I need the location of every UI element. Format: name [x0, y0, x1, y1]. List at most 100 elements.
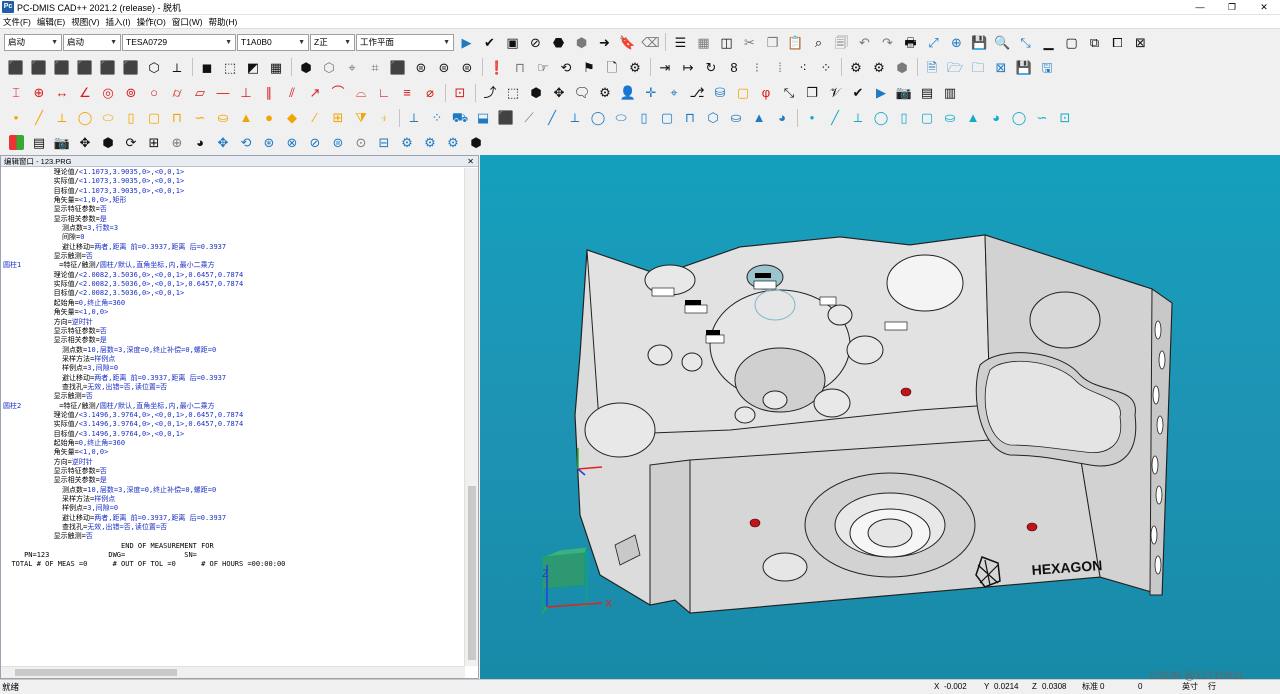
menu-window[interactable]: 窗口(W): [169, 15, 206, 29]
cylindricity-icon[interactable]: ⌭: [167, 83, 187, 103]
probe-mode-select[interactable]: 启动 ▼: [4, 33, 62, 51]
line-icon[interactable]: ╱: [29, 108, 49, 128]
code-line[interactable]: 测点数=3,行数=3: [3, 224, 465, 233]
angularity-icon[interactable]: ∟: [374, 83, 394, 103]
calc-icon[interactable]: 🗐: [832, 32, 852, 52]
plane-teal-icon[interactable]: ⟂: [848, 108, 868, 128]
curve-teal-icon[interactable]: ∽: [1032, 108, 1052, 128]
report-icon[interactable]: ▤: [917, 83, 937, 103]
find-icon[interactable]: ⌕: [809, 32, 829, 52]
auto-plane-2-icon[interactable]: ⟂: [565, 108, 585, 128]
print-icon[interactable]: 🖶: [901, 32, 921, 52]
window-cascade-icon[interactable]: ⧠: [1108, 32, 1128, 52]
config-icon[interactable]: ⚙: [595, 83, 615, 103]
tip-select[interactable]: T1A0B0 ▼: [237, 33, 309, 51]
display-icon[interactable]: ⊟: [374, 133, 394, 153]
code-value[interactable]: 两者,距离 前=0.3937,距离 后=0.3937: [94, 514, 226, 522]
code-value[interactable]: 逆时针: [72, 318, 93, 326]
code-line[interactable]: 避让移动=两者,距离 前=0.3937,距离 后=0.3937: [3, 514, 465, 523]
refresh-icon[interactable]: ⟳: [121, 133, 141, 153]
cube-view-5-icon[interactable]: ⬛: [98, 57, 118, 77]
code-value[interactable]: 3,行数=3: [87, 224, 118, 232]
probe-icon[interactable]: ⟂: [167, 57, 187, 77]
split-icon[interactable]: ⁝: [747, 57, 767, 77]
code-line[interactable]: 显示相关参数=是: [3, 336, 465, 345]
phi-icon[interactable]: φ: [756, 83, 776, 103]
code-value[interactable]: <3.1496,3.9764,0>,<0,0,1>: [79, 430, 184, 438]
code-value[interactable]: <1,0,0>: [79, 308, 109, 316]
square-teal-icon[interactable]: ▢: [917, 108, 937, 128]
code-value[interactable]: 是: [100, 476, 107, 484]
diameter-icon[interactable]: ⌀: [420, 83, 440, 103]
execute-icon[interactable]: ▶: [871, 83, 891, 103]
digit-icon[interactable]: 8: [724, 57, 744, 77]
stop-icon[interactable]: ⬣: [549, 32, 569, 52]
code-line[interactable]: PN=123 DWG= SN=: [3, 551, 465, 560]
code-line[interactable]: 理论值/<1.1073,3.9035,0>,<0,0,1>: [3, 168, 465, 177]
distance-icon[interactable]: ↔: [52, 83, 72, 103]
code-line[interactable]: 方向=逆时针: [3, 318, 465, 327]
code-line[interactable]: 测点数=10,层数=3,深度=0,终止补偿=0,螺距=0: [3, 346, 465, 355]
code-value[interactable]: <1,0,0>: [79, 448, 109, 456]
symmetry-icon[interactable]: ≡: [397, 83, 417, 103]
unmark-icon[interactable]: ⊘: [526, 32, 546, 52]
code-value[interactable]: 否: [100, 467, 107, 475]
list-icon[interactable]: ☰: [671, 32, 691, 52]
cad-gear-2-icon[interactable]: ⚙: [420, 133, 440, 153]
probe-file-select[interactable]: TESA0729 ▼: [122, 33, 236, 51]
profile-surface-icon[interactable]: ⌓: [351, 83, 371, 103]
close-icon[interactable]: ✕: [467, 156, 474, 167]
cylinder-icon[interactable]: ⛀: [213, 108, 233, 128]
move-icon[interactable]: ✥: [549, 83, 569, 103]
code-value[interactable]: 否: [100, 205, 107, 213]
next-icon[interactable]: ↦: [678, 57, 698, 77]
location-icon[interactable]: ⌶: [6, 83, 26, 103]
probe-animate-icon[interactable]: ⌗: [365, 57, 385, 77]
recall-icon[interactable]: 🔍: [993, 32, 1013, 52]
code-value[interactable]: 两者,距离 前=0.3937,距离 后=0.3937: [94, 374, 226, 382]
gear-cube-icon[interactable]: ⚙: [625, 57, 645, 77]
code-line[interactable]: 方向=逆时针: [3, 458, 465, 467]
code-line[interactable]: 采样方法=样例点: [3, 495, 465, 504]
operator-icon[interactable]: 👤: [618, 83, 638, 103]
angle-icon[interactable]: ∠: [75, 83, 95, 103]
code-line[interactable]: 起始角=0,终止角=360: [3, 299, 465, 308]
sphere-icon[interactable]: ●: [259, 108, 279, 128]
code-line[interactable]: 显示相关参数=是: [3, 215, 465, 224]
undo-icon[interactable]: ↶: [855, 32, 875, 52]
cad-gear-3-icon[interactable]: ⚙: [443, 133, 463, 153]
cylinder-check-icon[interactable]: ⊓: [510, 57, 530, 77]
close-button[interactable]: ✕: [1248, 0, 1280, 15]
auto-ellipse-icon[interactable]: ⬭: [611, 108, 631, 128]
code-line[interactable]: 圆柱1 =特征/触测/圆柱/默认,直角坐标,内,最小二乘方: [3, 261, 465, 270]
exclaim-icon[interactable]: ❗: [487, 57, 507, 77]
feature-label[interactable]: 圆柱2: [3, 402, 21, 410]
code-value[interactable]: 无效,出错=否,读位置=否: [87, 523, 167, 531]
save-icon[interactable]: 💾: [1014, 57, 1034, 77]
probe-move-icon[interactable]: ⇥: [655, 57, 675, 77]
code-value[interactable]: 逆时针: [72, 458, 93, 466]
cube-view-4-icon[interactable]: ⬛: [75, 57, 95, 77]
probe-change-icon[interactable]: ⌖: [664, 83, 684, 103]
zoom-icon[interactable]: ⊗: [282, 133, 302, 153]
step-icon[interactable]: ➜: [595, 32, 615, 52]
code-line[interactable]: 样例点=3,间隙=0: [3, 504, 465, 513]
code-value[interactable]: <1.1073,3.9035,0>,<0,0,1>: [79, 187, 184, 195]
cube-gray-icon[interactable]: ⬢: [892, 57, 912, 77]
part-model[interactable]: HEXAGON X Z: [480, 155, 1280, 679]
preview-icon[interactable]: ◫: [717, 32, 737, 52]
code-line[interactable]: 避让移动=两者,距离 前=0.3937,距离 后=0.3937: [3, 374, 465, 383]
torus-teal-icon[interactable]: ◯: [1009, 108, 1029, 128]
code-line[interactable]: 圆柱2 =特征/触测/圆柱/默认,直角坐标,内,最小二乘方: [3, 402, 465, 411]
perpendicularity-icon[interactable]: ⊥: [236, 83, 256, 103]
code-value[interactable]: <1,0,0>,矩形: [79, 196, 127, 204]
code-value[interactable]: <2.0082,3.5036,0>,<0,0,1>: [79, 289, 184, 297]
menu-help[interactable]: 帮助(H): [206, 15, 241, 29]
frame-icon[interactable]: ▢: [733, 83, 753, 103]
grid-icon[interactable]: ▦: [266, 57, 286, 77]
arrow-move-icon[interactable]: ⤡: [779, 83, 799, 103]
parallelism-icon[interactable]: ∥: [259, 83, 279, 103]
code-line[interactable]: 显示特征参数=否: [3, 205, 465, 214]
play-icon[interactable]: ▶: [457, 32, 477, 52]
code-line[interactable]: 角矢量=<1,0,0>,矩形: [3, 196, 465, 205]
